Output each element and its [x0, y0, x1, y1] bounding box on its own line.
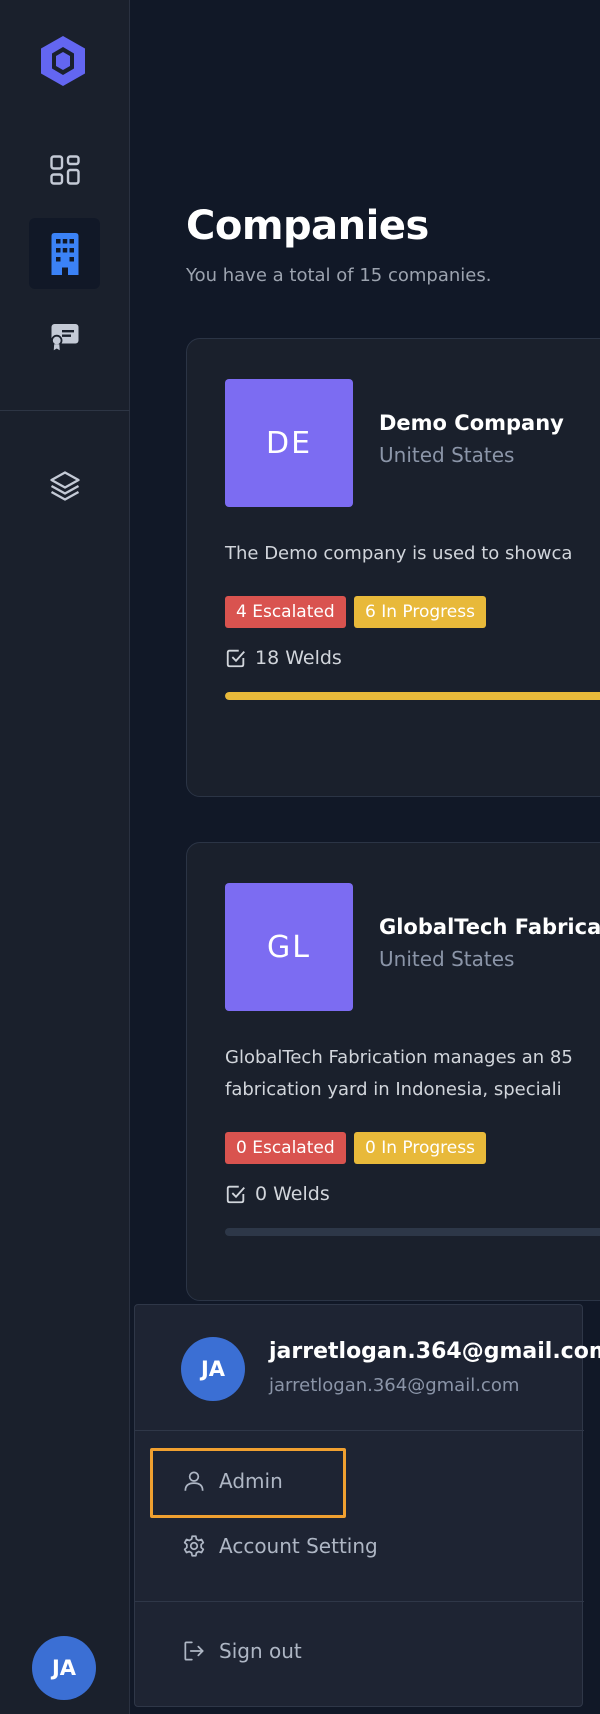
menu-item-sign-out-label: Sign out: [219, 1639, 302, 1663]
in-progress-badge: 0 In Progress: [354, 1132, 486, 1164]
checkbox-icon: [226, 1185, 245, 1204]
menu-item-account-setting-label: Account Setting: [219, 1534, 378, 1558]
company-description-line: GlobalTech Fabrication manages an 85: [225, 1047, 573, 1068]
user-menu-dropdown: JA jarretlogan.364@gmail.com jarretlogan…: [134, 1304, 600, 1707]
checkbox-icon: [226, 649, 245, 668]
welds-progress-bar: [225, 1228, 600, 1236]
menu-item-admin[interactable]: Admin: [181, 1468, 283, 1494]
layers-icon: [49, 470, 80, 501]
page-title: Companies: [186, 203, 429, 249]
welds-count: 0 Welds: [225, 1183, 330, 1205]
nav-layers[interactable]: [29, 450, 100, 521]
user-avatar-button[interactable]: JA: [32, 1636, 96, 1700]
dashboard-grid-icon: [49, 154, 80, 185]
user-menu-name: jarretlogan.364@gmail.com: [269, 1339, 600, 1364]
menu-item-admin-label: Admin: [219, 1469, 283, 1493]
in-progress-badge: 6 In Progress: [354, 596, 486, 628]
welds-label: 18 Welds: [255, 647, 342, 669]
company-country: United States: [379, 947, 515, 971]
building-icon: [51, 232, 78, 275]
welds-count: 18 Welds: [225, 647, 342, 669]
nav-certificates[interactable]: [29, 300, 100, 371]
company-description-line: fabrication yard in Indonesia, speciali: [225, 1079, 562, 1100]
escalated-badge: 4 Escalated: [225, 596, 346, 628]
certificate-icon: [50, 323, 78, 350]
user-menu-divider: [135, 1601, 584, 1602]
company-card[interactable]: DE Demo Company United States The Demo c…: [186, 338, 600, 797]
company-name[interactable]: GlobalTech Fabrica: [379, 915, 600, 939]
welds-progress-fill: [225, 692, 600, 700]
escalated-badge: 0 Escalated: [225, 1132, 346, 1164]
menu-item-account-setting[interactable]: Account Setting: [181, 1533, 378, 1559]
hexagon-logo-icon: [41, 36, 85, 86]
menu-item-sign-out[interactable]: Sign out: [181, 1638, 302, 1664]
user-icon: [184, 1471, 204, 1491]
nav-companies[interactable]: [29, 218, 100, 289]
nav-dashboard[interactable]: [29, 134, 100, 205]
company-description: GlobalTech Fabrication manages an 85 fab…: [225, 1042, 573, 1106]
company-card[interactable]: GL GlobalTech Fabrica United States Glob…: [186, 842, 600, 1301]
user-menu-divider: [135, 1430, 584, 1431]
welds-progress-bar: [225, 692, 600, 700]
company-country: United States: [379, 443, 515, 467]
company-avatar: DE: [225, 379, 353, 507]
page-subtitle: You have a total of 15 companies.: [186, 265, 492, 286]
sign-out-icon: [184, 1641, 204, 1661]
sidebar-divider: [0, 410, 130, 411]
welds-label: 0 Welds: [255, 1183, 330, 1205]
gear-icon: [183, 1535, 205, 1557]
app-logo[interactable]: [36, 34, 90, 88]
user-menu-avatar: JA: [181, 1337, 245, 1401]
company-description-line: The Demo company is used to showca: [225, 543, 573, 564]
company-avatar: GL: [225, 883, 353, 1011]
user-menu-email: jarretlogan.364@gmail.com: [269, 1375, 520, 1396]
company-name[interactable]: Demo Company: [379, 411, 564, 435]
sidebar: JA: [0, 0, 130, 1714]
company-description: The Demo company is used to showca: [225, 538, 572, 570]
